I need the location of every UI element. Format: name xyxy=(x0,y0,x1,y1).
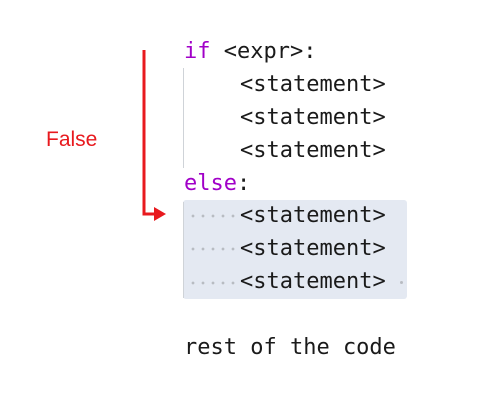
if-else-flow-diagram: if <expr>: <statement> <statement> <stat… xyxy=(0,0,489,400)
false-branch-arrow xyxy=(142,50,166,221)
arrow-head xyxy=(154,207,166,221)
arrow-shaft xyxy=(142,50,156,216)
